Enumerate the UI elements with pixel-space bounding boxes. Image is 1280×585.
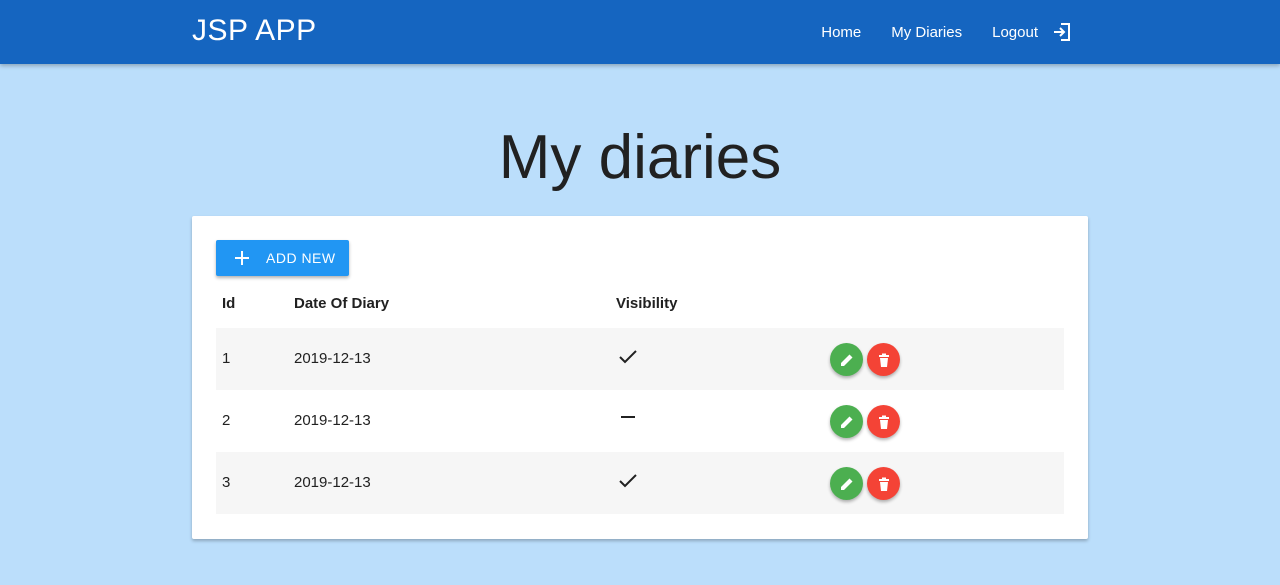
nav-links: Home My Diaries Logout bbox=[791, 0, 1072, 64]
logout-icon bbox=[1052, 22, 1072, 42]
trash-icon bbox=[878, 477, 889, 491]
table-row: 2 2019-12-13 bbox=[216, 390, 1064, 452]
pencil-icon bbox=[840, 478, 852, 490]
cell-id: 2 bbox=[222, 412, 231, 429]
cell-id: 3 bbox=[222, 474, 231, 491]
add-new-button[interactable]: ADD NEW bbox=[216, 240, 349, 276]
nav-link-logout[interactable]: Logout bbox=[992, 22, 1072, 42]
table-row: 1 2019-12-13 bbox=[216, 328, 1064, 390]
check-icon bbox=[618, 471, 638, 491]
delete-button[interactable] bbox=[867, 467, 900, 500]
trash-icon bbox=[878, 353, 889, 367]
table-row: 3 2019-12-13 bbox=[216, 452, 1064, 514]
diaries-card: ADD NEW Id Date Of Diary Visibility 1 20… bbox=[192, 216, 1088, 539]
nav-link-home[interactable]: Home bbox=[821, 24, 861, 41]
pencil-icon bbox=[840, 354, 852, 366]
diaries-table: Id Date Of Diary Visibility 1 2019-12-13 bbox=[216, 286, 1064, 514]
nav-link-my-diaries[interactable]: My Diaries bbox=[891, 24, 962, 41]
cell-date: 2019-12-13 bbox=[294, 412, 371, 429]
edit-button[interactable] bbox=[830, 343, 863, 376]
cell-id: 1 bbox=[222, 350, 231, 367]
brand-logo[interactable]: JSP APP bbox=[192, 14, 317, 48]
plus-icon bbox=[235, 251, 249, 265]
check-icon bbox=[618, 347, 638, 367]
navbar: JSP APP Home My Diaries Logout bbox=[0, 0, 1280, 64]
page-title: My diaries bbox=[498, 123, 782, 192]
table-header: Id Date Of Diary Visibility bbox=[216, 286, 1064, 328]
edit-button[interactable] bbox=[830, 467, 863, 500]
header-date: Date Of Diary bbox=[294, 295, 390, 312]
cell-date: 2019-12-13 bbox=[294, 350, 371, 367]
dash-icon bbox=[618, 409, 638, 429]
cell-date: 2019-12-13 bbox=[294, 474, 371, 491]
add-new-label: ADD NEW bbox=[266, 250, 336, 266]
delete-button[interactable] bbox=[867, 343, 900, 376]
edit-button[interactable] bbox=[830, 405, 863, 438]
header-id: Id bbox=[222, 295, 236, 312]
header-visibility: Visibility bbox=[616, 295, 678, 312]
pencil-icon bbox=[840, 416, 852, 428]
delete-button[interactable] bbox=[867, 405, 900, 438]
trash-icon bbox=[878, 415, 889, 429]
nav-link-logout-label: Logout bbox=[992, 23, 1038, 41]
